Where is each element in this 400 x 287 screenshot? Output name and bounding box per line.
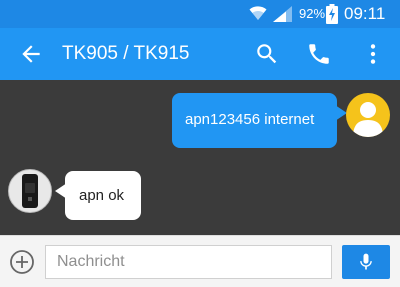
wifi-icon [249, 5, 267, 26]
message-input[interactable] [45, 245, 332, 279]
battery-charging-icon [326, 4, 338, 29]
signal-icon [271, 5, 293, 27]
message-list[interactable]: apn123456 internet apn ok [0, 80, 400, 235]
composer-bar [0, 235, 400, 287]
add-circle-icon[interactable] [9, 249, 35, 275]
microphone-button[interactable] [342, 245, 390, 279]
phone-icon[interactable] [306, 41, 332, 67]
device-avatar[interactable] [8, 169, 52, 213]
search-icon[interactable] [254, 41, 280, 67]
status-time: 09:11 [344, 4, 386, 23]
app-bar: TK905 / TK915 [0, 28, 400, 80]
battery-percent: 92% [299, 6, 326, 21]
microphone-icon [360, 253, 372, 270]
conversation-title: TK905 / TK915 [62, 43, 190, 64]
more-vert-icon[interactable] [360, 41, 386, 67]
incoming-message-bubble[interactable]: apn ok [55, 171, 141, 220]
outgoing-message-bubble[interactable]: apn123456 internet [172, 93, 347, 148]
status-bar: 92% 09:11 [0, 0, 400, 28]
back-arrow-icon[interactable] [18, 41, 44, 67]
user-avatar[interactable] [346, 93, 390, 137]
